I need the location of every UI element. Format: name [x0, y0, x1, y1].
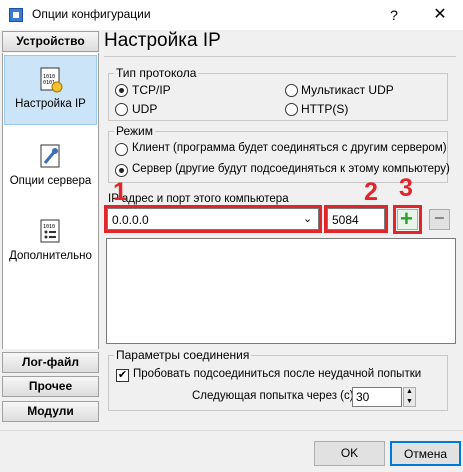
help-button[interactable]: ?	[371, 0, 417, 30]
radio-server-mode[interactable]	[115, 164, 128, 177]
server-options-icon	[39, 143, 63, 171]
address-list[interactable]	[106, 238, 456, 344]
mode-group-legend: Режим	[114, 124, 155, 138]
additional-icon: 1010	[39, 218, 63, 246]
radio-client-mode-label: Клиент (программа будет соединяться с др…	[132, 142, 447, 154]
address-label: IP адрес и порт этого компьютера	[108, 193, 289, 205]
spin-down-icon[interactable]: ▼	[406, 398, 413, 405]
next-try-label: Следующая попытка через (с)	[192, 390, 354, 402]
radio-tcpip-label: TCP/IP	[132, 83, 171, 97]
app-icon	[9, 8, 23, 22]
annotation-1: 1	[113, 178, 127, 206]
remove-address-button[interactable]: −	[429, 208, 450, 230]
title-divider	[104, 56, 456, 57]
category-other[interactable]: Прочее	[2, 376, 99, 397]
svg-text:1010: 1010	[43, 224, 55, 230]
page-title: Настройка IP	[104, 30, 221, 51]
cancel-button[interactable]: Отмена	[390, 441, 461, 466]
annotation-3: 3	[399, 174, 413, 202]
ok-button[interactable]: OK	[314, 441, 385, 466]
category-device[interactable]: Устройство	[2, 31, 99, 52]
footer-divider	[0, 430, 463, 431]
next-try-value: 30	[356, 390, 370, 404]
retry-checkbox[interactable]: ✔	[116, 369, 129, 382]
category-modules[interactable]: Модули	[2, 401, 99, 422]
minus-icon: −	[434, 208, 445, 228]
add-address-button[interactable]: +	[397, 206, 418, 231]
radio-udp-label: UDP	[132, 102, 158, 116]
window-title: Опции конфигурации	[32, 7, 151, 21]
port-value: 5084	[332, 213, 359, 227]
nav-ip-settings[interactable]: 1010 0101 Настройка IP	[4, 55, 97, 125]
nav-label: Дополнительно	[9, 250, 92, 262]
chevron-down-icon[interactable]: ⌄	[303, 212, 312, 225]
radio-client-mode[interactable]	[115, 143, 128, 156]
category-log-file[interactable]: Лог-файл	[2, 352, 99, 373]
radio-https[interactable]	[285, 103, 298, 116]
nav-label: Опции сервера	[9, 175, 92, 187]
mode-group	[108, 131, 448, 183]
nav-label: Настройка IP	[15, 98, 86, 110]
radio-https-label: HTTP(S)	[301, 102, 349, 116]
radio-udp[interactable]	[115, 103, 128, 116]
radio-tcpip[interactable]	[115, 84, 128, 97]
spin-up-icon[interactable]: ▲	[406, 388, 413, 395]
retry-checkbox-label: Пробовать подсоединиться после неудачной…	[133, 368, 422, 380]
protocol-group-legend: Тип протокола	[114, 66, 199, 80]
radio-multicast-udp[interactable]	[285, 84, 298, 97]
annotation-2: 2	[364, 178, 378, 206]
connection-group-legend: Параметры соединения	[114, 348, 252, 362]
next-try-input[interactable]: 30	[352, 387, 402, 407]
plus-icon: +	[400, 206, 413, 231]
close-button[interactable]: ✕	[417, 0, 463, 30]
ip-address-combobox[interactable]: 0.0.0.0 ⌄	[107, 208, 319, 230]
port-input[interactable]: 5084	[327, 208, 385, 230]
nav-server-options[interactable]: Опции сервера	[4, 143, 97, 187]
nav-additional[interactable]: 1010 Дополнительно	[4, 218, 97, 262]
ip-address-value: 0.0.0.0	[112, 213, 149, 227]
ip-settings-icon: 1010 0101	[39, 66, 63, 94]
protocol-group	[108, 73, 448, 121]
next-try-spinner[interactable]: ▲ ▼	[403, 387, 416, 407]
radio-multicast-udp-label: Мультикаст UDP	[301, 83, 394, 97]
